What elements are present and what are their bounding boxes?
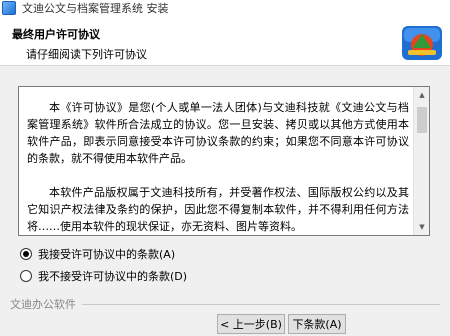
title-bar: 文迪公文与档案管理系统 安装: [0, 0, 450, 16]
brand-label: 文迪办公软件: [10, 298, 76, 311]
scroll-down-arrow-icon[interactable]: ▼: [414, 219, 429, 235]
installer-app-icon: [2, 1, 16, 15]
license-paragraph: 本《许可协议》是您(个人或单一法人团体)与文迪科技就《文迪公文与档案管理系统》软…: [27, 101, 409, 165]
brand-footer: 文迪办公软件: [10, 296, 440, 312]
radio-button-selected[interactable]: [20, 248, 32, 260]
license-text-area[interactable]: 本《许可协议》是您(个人或单一法人团体)与文迪科技就《文迪公文与档案管理系统》软…: [18, 86, 430, 236]
page-title: 最终用户许可协议: [12, 28, 100, 41]
back-button[interactable]: < 上一步(B): [217, 314, 285, 334]
next-button[interactable]: 下条款(A): [288, 314, 346, 334]
wizard-header: 最终用户许可协议 请仔细阅读下列许可协议: [0, 16, 450, 66]
decline-license-radio[interactable]: 我不接受许可协议中的条款(D): [20, 268, 187, 284]
footer-divider: [82, 303, 440, 305]
decline-license-label[interactable]: 我不接受许可协议中的条款(D): [38, 268, 187, 284]
accept-license-radio[interactable]: 我接受许可协议中的条款(A): [20, 246, 175, 262]
window-title: 文迪公文与档案管理系统 安装: [22, 2, 169, 15]
license-text: 本《许可协议》是您(个人或单一法人团体)与文迪科技就《文迪公文与档案管理系统》软…: [27, 99, 409, 235]
installer-logo-icon: [402, 26, 442, 60]
scrollbar-thumb[interactable]: [417, 107, 427, 133]
license-paragraph: 本软件产品版权属于文迪科技所有，并受著作权法、国际版权公约以及其它知识产权法律及…: [27, 186, 409, 233]
accept-license-label[interactable]: 我接受许可协议中的条款(A): [38, 246, 175, 262]
scroll-up-arrow-icon[interactable]: ▲: [414, 87, 429, 103]
page-subtitle: 请仔细阅读下列许可协议: [26, 48, 147, 61]
radio-dot: [23, 251, 29, 257]
vertical-scrollbar[interactable]: ▲ ▼: [413, 87, 429, 235]
radio-button-unselected[interactable]: [20, 270, 32, 282]
